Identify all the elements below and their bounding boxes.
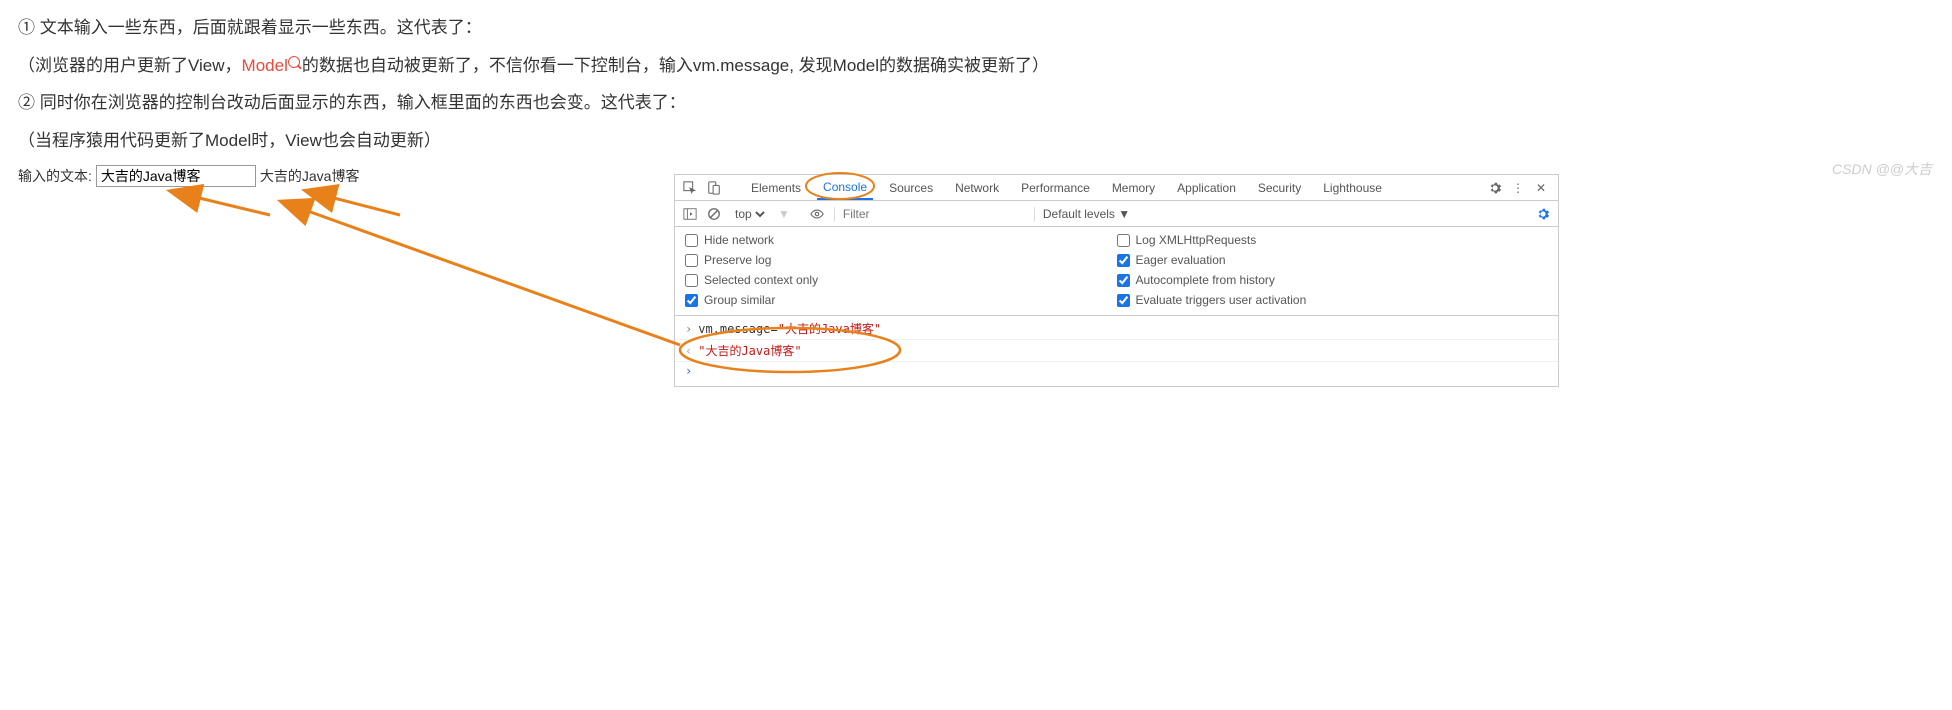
setting-group-similar[interactable]: Group similar <box>685 293 1117 307</box>
tab-elements[interactable]: Elements <box>745 177 807 199</box>
console-code: vm.message <box>698 322 770 336</box>
console-output-line: ‹ "大吉的Java博客" <box>675 340 1558 362</box>
console-toolbar: top ▼ Default levels ▼ <box>675 201 1558 227</box>
console-string: "大吉的Java博客" <box>778 322 881 336</box>
tab-security[interactable]: Security <box>1252 177 1307 199</box>
article-line-3: ② 同时你在浏览器的控制台改动后面显示的东西，输入框里面的东西也会变。这代表了： <box>18 85 1934 121</box>
watermark: CSDN @@大吉 <box>1832 159 1932 179</box>
article-line-1: ① 文本输入一些东西，后面就跟着显示一些东西。这代表了： <box>18 10 1934 46</box>
close-icon[interactable]: ✕ <box>1536 181 1550 195</box>
magnifier-icon <box>288 56 302 70</box>
console-string: "大吉的Java博客" <box>698 342 801 359</box>
log-levels[interactable]: Default levels ▼ <box>1034 207 1130 221</box>
text-fragment: （浏览器的用户更新了View， <box>18 56 242 75</box>
tab-console[interactable]: Console <box>817 176 873 200</box>
input-arrow-icon: › <box>685 322 692 336</box>
article-line-4: （当程序猿用代码更新了Model时，View也会自动更新） <box>18 123 1934 159</box>
bound-output: 大吉的Java博客 <box>260 166 360 186</box>
tab-application[interactable]: Application <box>1171 177 1242 199</box>
gear-icon[interactable] <box>1488 181 1502 195</box>
tab-network[interactable]: Network <box>949 177 1005 199</box>
model-keyword: Model <box>242 56 288 75</box>
devtools-tabbar: Elements Console Sources Network Perform… <box>675 175 1558 201</box>
setting-selected-context[interactable]: Selected context only <box>685 273 1117 287</box>
kebab-icon[interactable]: ⋮ <box>1512 181 1526 195</box>
console-prompt[interactable]: › <box>675 362 1558 380</box>
tab-sources[interactable]: Sources <box>883 177 939 199</box>
setting-autocomplete[interactable]: Autocomplete from history <box>1117 273 1549 287</box>
tab-memory[interactable]: Memory <box>1106 177 1161 199</box>
article-line-2: （浏览器的用户更新了View，Model 的数据也自动被更新了，不信你看一下控制台… <box>18 48 1934 84</box>
console-settings-icon[interactable] <box>1536 207 1550 221</box>
devtools-panel: Elements Console Sources Network Perform… <box>674 174 1559 387</box>
setting-hide-network[interactable]: Hide network <box>685 233 1117 247</box>
inspect-icon[interactable] <box>683 181 697 195</box>
tab-lighthouse[interactable]: Lighthouse <box>1317 177 1388 199</box>
setting-eager-eval[interactable]: Eager evaluation <box>1117 253 1549 267</box>
setting-preserve-log[interactable]: Preserve log <box>685 253 1117 267</box>
context-select[interactable]: top <box>731 206 768 222</box>
console-input-line: › vm.message="大吉的Java博客" <box>675 318 1558 340</box>
setting-log-xhr[interactable]: Log XMLHttpRequests <box>1117 233 1549 247</box>
input-label: 输入的文本: <box>18 166 92 186</box>
setting-eval-triggers[interactable]: Evaluate triggers user activation <box>1117 293 1549 307</box>
device-icon[interactable] <box>707 181 721 195</box>
sidebar-toggle-icon[interactable] <box>683 207 697 221</box>
clear-console-icon[interactable] <box>707 207 721 221</box>
eye-icon[interactable] <box>810 207 824 221</box>
filter-input[interactable] <box>834 207 1024 221</box>
console-code: = <box>770 322 777 336</box>
text-input[interactable] <box>96 165 256 187</box>
console-settings-panel: Hide network Preserve log Selected conte… <box>675 227 1558 316</box>
console-output: › vm.message="大吉的Java博客" ‹ "大吉的Java博客" › <box>675 316 1558 386</box>
tab-performance[interactable]: Performance <box>1015 177 1096 199</box>
text-fragment: 的数据也自动被更新了，不信你看一下控制台，输入vm.message, 发现Mod… <box>302 56 1049 75</box>
output-arrow-icon: ‹ <box>685 344 692 358</box>
